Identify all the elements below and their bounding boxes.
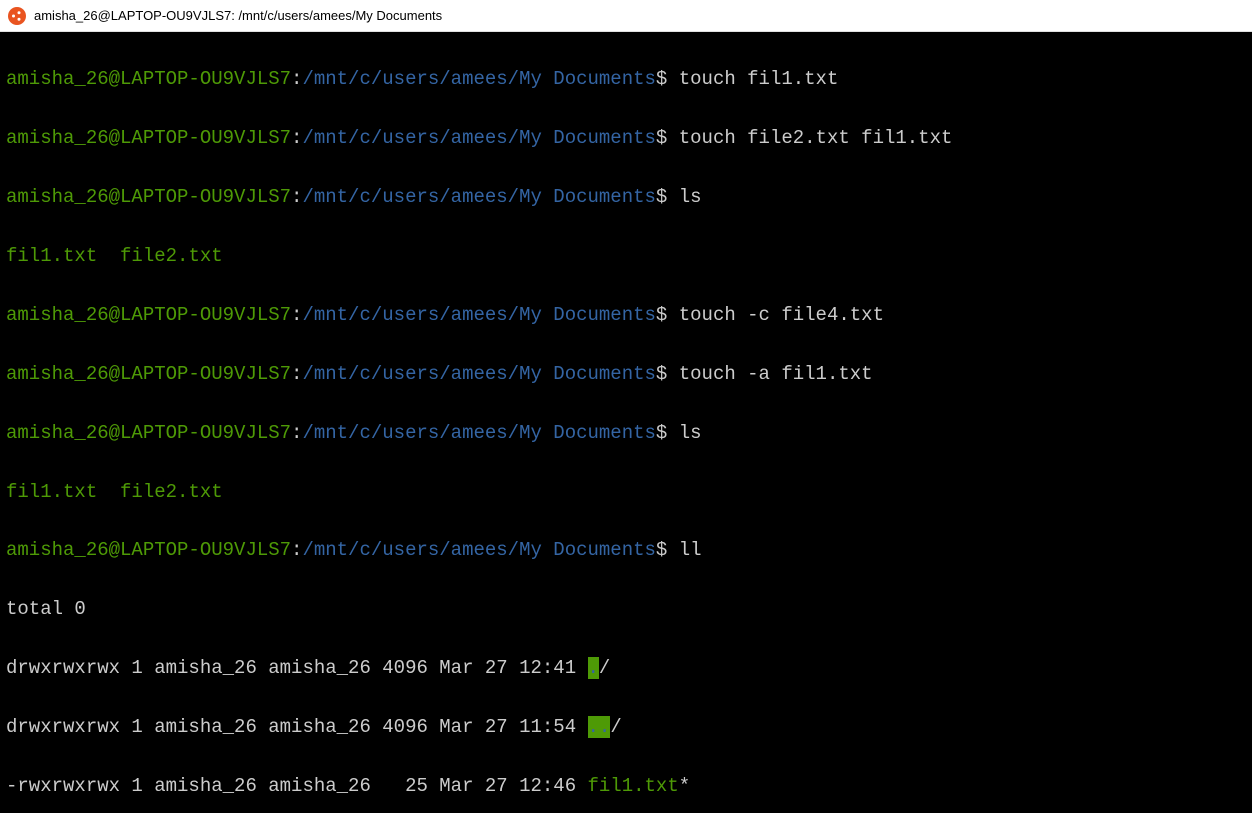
prompt-colon: : xyxy=(291,363,302,385)
prompt-colon: : xyxy=(291,539,302,561)
file-name: fil1.txt xyxy=(588,775,679,797)
prompt-path: /mnt/c/users/amees/My Documents xyxy=(302,422,655,444)
command-input: touch -a fil1.txt xyxy=(679,363,873,385)
command-input: ls xyxy=(679,422,702,444)
dir-slash: / xyxy=(610,716,621,738)
prompt-user: amisha_26@LAPTOP-OU9VJLS7 xyxy=(6,68,291,90)
dir-name: . xyxy=(588,657,599,679)
prompt-line: amisha_26@LAPTOP-OU9VJLS7:/mnt/c/users/a… xyxy=(6,301,1246,330)
ls-output: fil1.txt file2.txt xyxy=(6,242,1246,271)
prompt-path: /mnt/c/users/amees/My Documents xyxy=(302,304,655,326)
command-input: ls xyxy=(679,186,702,208)
prompt-user: amisha_26@LAPTOP-OU9VJLS7 xyxy=(6,422,291,444)
ll-row: drwxrwxrwx 1 amisha_26 amisha_26 4096 Ma… xyxy=(6,713,1246,742)
prompt-line: amisha_26@LAPTOP-OU9VJLS7:/mnt/c/users/a… xyxy=(6,65,1246,94)
prompt-line: amisha_26@LAPTOP-OU9VJLS7:/mnt/c/users/a… xyxy=(6,419,1246,448)
ll-perms: -rwxrwxrwx 1 amisha_26 amisha_26 25 Mar … xyxy=(6,775,588,797)
prompt-colon: : xyxy=(291,186,302,208)
prompt-user: amisha_26@LAPTOP-OU9VJLS7 xyxy=(6,363,291,385)
prompt-dollar: $ xyxy=(656,422,679,444)
ll-row: -rwxrwxrwx 1 amisha_26 amisha_26 25 Mar … xyxy=(6,772,1246,801)
prompt-dollar: $ xyxy=(656,363,679,385)
ll-perms: drwxrwxrwx 1 amisha_26 amisha_26 4096 Ma… xyxy=(6,716,588,738)
prompt-colon: : xyxy=(291,304,302,326)
prompt-path: /mnt/c/users/amees/My Documents xyxy=(302,127,655,149)
spacer xyxy=(97,481,120,503)
window-titlebar[interactable]: amisha_26@LAPTOP-OU9VJLS7: /mnt/c/users/… xyxy=(0,0,1252,32)
prompt-path: /mnt/c/users/amees/My Documents xyxy=(302,186,655,208)
ls-output: fil1.txt file2.txt xyxy=(6,478,1246,507)
file-name: file2.txt xyxy=(120,481,223,503)
prompt-line: amisha_26@LAPTOP-OU9VJLS7:/mnt/c/users/a… xyxy=(6,536,1246,565)
ll-total: total 0 xyxy=(6,595,1246,624)
prompt-dollar: $ xyxy=(656,539,679,561)
file-name: fil1.txt xyxy=(6,481,97,503)
ubuntu-icon xyxy=(8,7,26,25)
window-title: amisha_26@LAPTOP-OU9VJLS7: /mnt/c/users/… xyxy=(34,8,442,23)
prompt-line: amisha_26@LAPTOP-OU9VJLS7:/mnt/c/users/a… xyxy=(6,124,1246,153)
ll-perms: drwxrwxrwx 1 amisha_26 amisha_26 4096 Ma… xyxy=(6,657,588,679)
prompt-colon: : xyxy=(291,422,302,444)
dir-slash: / xyxy=(599,657,610,679)
file-name: fil1.txt xyxy=(6,245,97,267)
prompt-path: /mnt/c/users/amees/My Documents xyxy=(302,539,655,561)
prompt-dollar: $ xyxy=(656,127,679,149)
prompt-line: amisha_26@LAPTOP-OU9VJLS7:/mnt/c/users/a… xyxy=(6,360,1246,389)
prompt-dollar: $ xyxy=(656,304,679,326)
prompt-path: /mnt/c/users/amees/My Documents xyxy=(302,363,655,385)
command-input: touch fil1.txt xyxy=(679,68,839,90)
dir-name: .. xyxy=(588,716,611,738)
command-input: ll xyxy=(679,539,702,561)
spacer xyxy=(97,245,120,267)
command-input: touch -c file4.txt xyxy=(679,304,884,326)
prompt-dollar: $ xyxy=(656,186,679,208)
prompt-user: amisha_26@LAPTOP-OU9VJLS7 xyxy=(6,539,291,561)
prompt-dollar: $ xyxy=(656,68,679,90)
prompt-colon: : xyxy=(291,127,302,149)
file-name: file2.txt xyxy=(120,245,223,267)
terminal-area[interactable]: amisha_26@LAPTOP-OU9VJLS7:/mnt/c/users/a… xyxy=(0,32,1252,813)
prompt-colon: : xyxy=(291,68,302,90)
command-input: touch file2.txt fil1.txt xyxy=(679,127,953,149)
prompt-user: amisha_26@LAPTOP-OU9VJLS7 xyxy=(6,186,291,208)
ll-row: drwxrwxrwx 1 amisha_26 amisha_26 4096 Ma… xyxy=(6,654,1246,683)
prompt-user: amisha_26@LAPTOP-OU9VJLS7 xyxy=(6,304,291,326)
prompt-line: amisha_26@LAPTOP-OU9VJLS7:/mnt/c/users/a… xyxy=(6,183,1246,212)
prompt-path: /mnt/c/users/amees/My Documents xyxy=(302,68,655,90)
file-star: * xyxy=(679,775,690,797)
prompt-user: amisha_26@LAPTOP-OU9VJLS7 xyxy=(6,127,291,149)
